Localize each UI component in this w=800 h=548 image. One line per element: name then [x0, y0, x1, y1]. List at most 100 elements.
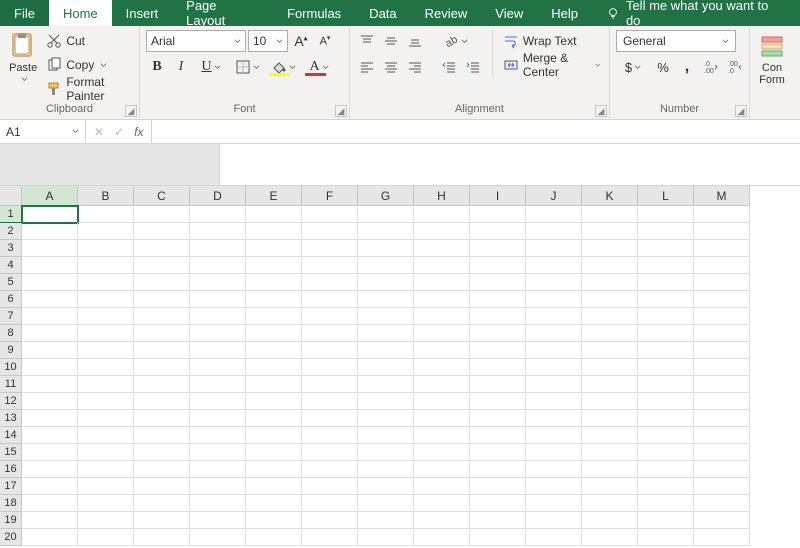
cell-D9[interactable]: [190, 342, 246, 359]
cell-F16[interactable]: [302, 461, 358, 478]
cell-J1[interactable]: [526, 206, 582, 223]
cell-A3[interactable]: [22, 240, 78, 257]
cell-F12[interactable]: [302, 393, 358, 410]
cell-M16[interactable]: [694, 461, 750, 478]
cell-I6[interactable]: [470, 291, 526, 308]
row-header-5[interactable]: 5: [0, 274, 22, 291]
cell-K3[interactable]: [582, 240, 638, 257]
cell-E16[interactable]: [246, 461, 302, 478]
row-header-16[interactable]: 16: [0, 461, 22, 478]
cell-F14[interactable]: [302, 427, 358, 444]
cell-D11[interactable]: [190, 376, 246, 393]
cell-A16[interactable]: [22, 461, 78, 478]
cell-L11[interactable]: [638, 376, 694, 393]
cell-F18[interactable]: [302, 495, 358, 512]
cell-M18[interactable]: [694, 495, 750, 512]
cell-L14[interactable]: [638, 427, 694, 444]
grow-font-button[interactable]: A▴: [290, 30, 312, 52]
cell-J17[interactable]: [526, 478, 582, 495]
cell-E11[interactable]: [246, 376, 302, 393]
row-header-6[interactable]: 6: [0, 291, 22, 308]
cell-L12[interactable]: [638, 393, 694, 410]
cell-E1[interactable]: [246, 206, 302, 223]
cell-I15[interactable]: [470, 444, 526, 461]
cell-E14[interactable]: [246, 427, 302, 444]
cell-I5[interactable]: [470, 274, 526, 291]
cell-H12[interactable]: [414, 393, 470, 410]
cell-B15[interactable]: [78, 444, 134, 461]
cell-A19[interactable]: [22, 512, 78, 529]
cell-I3[interactable]: [470, 240, 526, 257]
cell-A10[interactable]: [22, 359, 78, 376]
cell-K7[interactable]: [582, 308, 638, 325]
cell-F9[interactable]: [302, 342, 358, 359]
cell-K5[interactable]: [582, 274, 638, 291]
underline-button[interactable]: U: [194, 56, 228, 78]
row-header-9[interactable]: 9: [0, 342, 22, 359]
percent-format-button[interactable]: %: [652, 56, 674, 78]
cell-A18[interactable]: [22, 495, 78, 512]
cell-F7[interactable]: [302, 308, 358, 325]
column-header-J[interactable]: J: [526, 186, 582, 206]
name-box[interactable]: A1: [0, 120, 86, 143]
cell-D20[interactable]: [190, 529, 246, 546]
cell-J8[interactable]: [526, 325, 582, 342]
cell-G2[interactable]: [358, 223, 414, 240]
cell-M13[interactable]: [694, 410, 750, 427]
cancel-formula-button[interactable]: ✕: [94, 125, 104, 139]
cell-K20[interactable]: [582, 529, 638, 546]
cell-C18[interactable]: [134, 495, 190, 512]
cell-H4[interactable]: [414, 257, 470, 274]
cell-G8[interactable]: [358, 325, 414, 342]
cell-E5[interactable]: [246, 274, 302, 291]
cell-G6[interactable]: [358, 291, 414, 308]
cell-M17[interactable]: [694, 478, 750, 495]
column-header-D[interactable]: D: [190, 186, 246, 206]
cell-G12[interactable]: [358, 393, 414, 410]
cell-M10[interactable]: [694, 359, 750, 376]
cell-H3[interactable]: [414, 240, 470, 257]
number-format-select[interactable]: General: [616, 30, 736, 52]
decrease-decimal-button[interactable]: .00.0: [724, 56, 746, 78]
cell-K16[interactable]: [582, 461, 638, 478]
cell-F19[interactable]: [302, 512, 358, 529]
cell-F3[interactable]: [302, 240, 358, 257]
cell-H2[interactable]: [414, 223, 470, 240]
cell-D10[interactable]: [190, 359, 246, 376]
font-name-select[interactable]: Arial: [146, 30, 246, 52]
cell-A15[interactable]: [22, 444, 78, 461]
cell-E17[interactable]: [246, 478, 302, 495]
cell-F13[interactable]: [302, 410, 358, 427]
cell-L3[interactable]: [638, 240, 694, 257]
cell-B17[interactable]: [78, 478, 134, 495]
cell-L18[interactable]: [638, 495, 694, 512]
cell-A6[interactable]: [22, 291, 78, 308]
cell-F15[interactable]: [302, 444, 358, 461]
cell-J19[interactable]: [526, 512, 582, 529]
cell-B8[interactable]: [78, 325, 134, 342]
cell-M2[interactable]: [694, 223, 750, 240]
cell-I10[interactable]: [470, 359, 526, 376]
cell-D15[interactable]: [190, 444, 246, 461]
cell-G18[interactable]: [358, 495, 414, 512]
cell-A12[interactable]: [22, 393, 78, 410]
cell-C16[interactable]: [134, 461, 190, 478]
cell-H13[interactable]: [414, 410, 470, 427]
cell-F6[interactable]: [302, 291, 358, 308]
cell-G4[interactable]: [358, 257, 414, 274]
cell-F11[interactable]: [302, 376, 358, 393]
cell-C10[interactable]: [134, 359, 190, 376]
cell-C17[interactable]: [134, 478, 190, 495]
cell-K2[interactable]: [582, 223, 638, 240]
cell-E4[interactable]: [246, 257, 302, 274]
row-header-3[interactable]: 3: [0, 240, 22, 257]
cell-J5[interactable]: [526, 274, 582, 291]
cell-E3[interactable]: [246, 240, 302, 257]
cell-B13[interactable]: [78, 410, 134, 427]
cell-D3[interactable]: [190, 240, 246, 257]
cell-L4[interactable]: [638, 257, 694, 274]
increase-decimal-button[interactable]: .0.00: [700, 56, 722, 78]
cell-C11[interactable]: [134, 376, 190, 393]
cell-C12[interactable]: [134, 393, 190, 410]
cell-L8[interactable]: [638, 325, 694, 342]
